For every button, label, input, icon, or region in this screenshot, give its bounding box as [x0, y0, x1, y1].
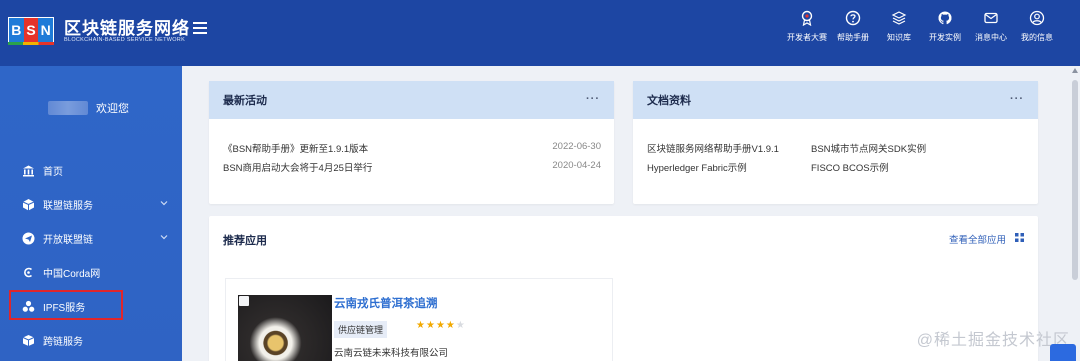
menu-toggle-icon[interactable]	[193, 22, 207, 34]
user-icon	[1029, 10, 1045, 26]
logo-letter-s: S	[23, 18, 39, 42]
docs-card-title: 文档资料	[647, 95, 691, 107]
logo-letter-n: N	[38, 18, 54, 42]
docs-card-header: 文档资料 ···	[633, 81, 1038, 119]
app-thumbnail	[238, 295, 332, 361]
scrollbar-thumb[interactable]	[1072, 80, 1078, 280]
scroll-up-arrow-icon[interactable]	[1072, 68, 1078, 73]
bsn-logo[interactable]: B S N	[8, 17, 54, 43]
latest-activities-card: 最新活动 ··· 《BSN帮助手册》更新至1.9.1版本 2022-06-30 …	[209, 81, 614, 204]
more-dots-icon[interactable]: ···	[1010, 93, 1024, 105]
sidebar-item-label: 跨链服务	[43, 336, 83, 348]
welcome-row: 欢迎您	[48, 100, 129, 116]
topnav-label: 我的信息	[1021, 33, 1053, 42]
top-header: B S N 区块链服务网络 BLOCKCHAIN-BASED SERVICE N…	[0, 0, 1080, 66]
topnav-message-center[interactable]: 消息中心	[968, 10, 1014, 43]
top-nav: 开发者大赛 帮助手册 知识库 开发实例 消息中心 我的信息	[784, 10, 1060, 43]
star-icon: ★	[455, 320, 466, 331]
chevron-down-icon	[160, 201, 168, 206]
view-all-apps-link[interactable]: 查看全部应用	[949, 232, 1006, 246]
main-content: 最新活动 ··· 《BSN帮助手册》更新至1.9.1版本 2022-06-30 …	[182, 66, 1080, 361]
doc-link[interactable]: Hyperledger Fabric示例	[647, 160, 747, 174]
star-icon: ★	[416, 320, 426, 331]
sidebar-item-alliance-chain[interactable]: 联盟链服务	[0, 189, 182, 219]
app-category-tag: 供应链管理	[334, 321, 388, 338]
topnav-label: 开发者大赛	[787, 33, 827, 42]
app-root: B S N 区块链服务网络 BLOCKCHAIN-BASED SERVICE N…	[0, 0, 1080, 361]
floating-action-button[interactable]	[1050, 344, 1076, 361]
chevron-down-icon	[160, 235, 168, 240]
bank-icon	[22, 164, 35, 177]
latest-card-header: 最新活动 ···	[209, 81, 614, 119]
grid-icon[interactable]	[1015, 233, 1024, 242]
box-icon	[22, 334, 35, 347]
app-name[interactable]: 云南戎氏普洱茶追溯	[334, 295, 438, 311]
more-dots-icon[interactable]: ···	[586, 93, 600, 105]
sidebar-item-cross-chain[interactable]: 跨链服务	[0, 325, 182, 355]
topnav-dev-examples[interactable]: 开发实例	[922, 10, 968, 43]
news-title: 《BSN帮助手册》更新至1.9.1版本	[223, 144, 369, 155]
documents-card: 文档资料 ··· 区块链服务网络帮助手册V1.9.1 BSN城市节点网关SDK实…	[633, 81, 1038, 204]
send-icon	[22, 232, 35, 245]
sidebar: 欢迎您 首页 联盟链服务 开放联盟链 中国Corda网 IPFS服务 跨链服务	[0, 66, 182, 361]
news-date: 2020-04-24	[552, 160, 601, 171]
star-icon: ★	[425, 320, 436, 331]
latest-card-title: 最新活动	[223, 95, 267, 107]
brand-title: 区块链服务网络	[64, 19, 190, 38]
topnav-label: 消息中心	[975, 33, 1007, 42]
mail-icon	[984, 12, 998, 24]
topnav-label: 帮助手册	[837, 33, 869, 42]
topnav-developer-contest[interactable]: 开发者大赛	[784, 10, 830, 43]
logo-letter-b: B	[9, 18, 24, 42]
app-company: 云南云链未来科技有限公司	[334, 348, 449, 359]
star-icon: ★	[435, 320, 446, 331]
recommended-title: 推荐应用	[223, 235, 267, 247]
watermark: @稀土掘金技术社区	[916, 332, 1070, 349]
news-item[interactable]: BSN商用启动大会将于4月25日举行 2020-04-24	[223, 160, 601, 174]
welcome-text: 欢迎您	[96, 103, 129, 115]
github-icon	[938, 11, 952, 25]
app-thumbnail-badge	[239, 296, 249, 306]
sidebar-item-label: 中国Corda网	[43, 268, 101, 280]
brand-subtitle: BLOCKCHAIN-BASED SERVICE NETWORK	[64, 37, 186, 43]
app-rating-stars: ★★★★★	[416, 320, 466, 331]
doc-link[interactable]: FISCO BCOS示例	[811, 160, 889, 174]
ipfs-highlight-box	[9, 290, 123, 320]
app-card[interactable]: 云南戎氏普洱茶追溯 供应链管理 ★★★★★ 云南云链未来科技有限公司	[225, 278, 613, 361]
star-icon: ★	[445, 320, 456, 331]
help-icon	[845, 10, 861, 26]
topnav-label: 知识库	[887, 33, 911, 42]
sidebar-item-home[interactable]: 首页	[0, 155, 182, 185]
sidebar-item-open-chain[interactable]: 开放联盟链	[0, 223, 182, 253]
sidebar-item-label: 联盟链服务	[43, 200, 93, 212]
doc-link[interactable]: 区块链服务网络帮助手册V1.9.1	[647, 141, 779, 155]
topnav-knowledge-base[interactable]: 知识库	[876, 10, 922, 43]
cube-icon	[22, 198, 35, 211]
topnav-my-info[interactable]: 我的信息	[1014, 10, 1060, 43]
recommended-apps-card: 推荐应用 查看全部应用 云南戎氏普洱茶追溯 供应链管理 ★★★★★ 云南云链未来…	[209, 216, 1038, 361]
doc-link[interactable]: BSN城市节点网关SDK实例	[811, 141, 926, 155]
layers-icon	[891, 11, 907, 25]
logo-color-strip	[8, 42, 54, 45]
topnav-help-manual[interactable]: 帮助手册	[830, 10, 876, 43]
topnav-label: 开发实例	[929, 33, 961, 42]
award-icon	[801, 10, 813, 26]
news-date: 2022-06-30	[552, 141, 601, 152]
blurred-username	[48, 101, 88, 115]
news-title: BSN商用启动大会将于4月25日举行	[223, 163, 373, 174]
corda-icon	[22, 266, 35, 279]
news-item[interactable]: 《BSN帮助手册》更新至1.9.1版本 2022-06-30	[223, 141, 601, 155]
sidebar-item-label: 首页	[43, 166, 63, 178]
sidebar-item-corda[interactable]: 中国Corda网	[0, 257, 182, 287]
sidebar-item-label: 开放联盟链	[43, 234, 93, 246]
